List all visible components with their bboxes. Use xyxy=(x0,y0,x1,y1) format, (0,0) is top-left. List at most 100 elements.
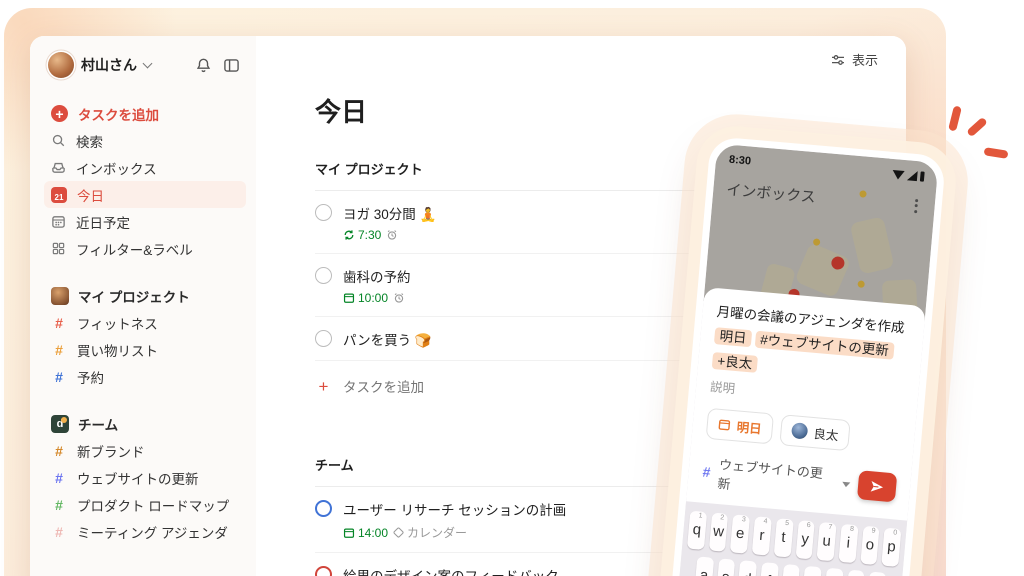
recurring-icon xyxy=(344,230,354,240)
key-t[interactable]: 5t xyxy=(773,518,794,558)
submit-task-button[interactable] xyxy=(857,470,898,503)
sidebar-project-product-roadmap[interactable]: # プロダクト ロードマップ xyxy=(44,491,246,518)
grid-icon xyxy=(51,241,66,256)
hash-icon: # xyxy=(55,314,63,331)
search-label: 検索 xyxy=(76,134,103,150)
alarm-icon xyxy=(388,230,397,240)
sidebar-section-my-projects[interactable]: マイ プロジェクト xyxy=(44,282,246,309)
signal-icon xyxy=(906,170,918,182)
key-a[interactable]: a xyxy=(694,556,714,576)
team-title: チーム xyxy=(78,417,119,433)
key-o[interactable]: 9o xyxy=(859,525,880,565)
dimmed-dot xyxy=(857,280,865,288)
task-checkbox[interactable] xyxy=(315,267,332,284)
alarm-icon xyxy=(394,293,404,303)
integration-label: カレンダー xyxy=(407,526,468,540)
sidebar-item-today[interactable]: 21 今日 xyxy=(44,181,246,208)
key-d[interactable]: d xyxy=(737,560,758,576)
hash-icon: # xyxy=(55,368,63,385)
hash-icon: # xyxy=(55,523,63,540)
dimmed-content-shape xyxy=(849,216,895,275)
project-selector[interactable]: ウェブサイトの更新 xyxy=(717,454,836,502)
sidebar-item-upcoming[interactable]: 近日予定 xyxy=(44,208,246,235)
task-checkbox[interactable] xyxy=(315,204,332,221)
upcoming-calendar-icon xyxy=(51,214,66,229)
my-projects-avatar xyxy=(51,286,69,305)
phone-page-title: インボックス xyxy=(725,181,817,207)
panel-icon xyxy=(224,58,239,72)
task-title: ユーザー リサーチ セッションの計画 xyxy=(343,503,567,518)
key-q[interactable]: 1q xyxy=(686,510,707,550)
calendar-icon xyxy=(718,419,731,431)
project-token[interactable]: #ウェブサイトの更新 xyxy=(754,330,895,361)
status-time: 8:30 xyxy=(728,153,752,168)
key-k[interactable]: k xyxy=(845,569,866,576)
dimmed-content-shape xyxy=(794,242,852,299)
key-h[interactable]: h xyxy=(801,565,822,576)
assignee-label: 良太 xyxy=(812,426,839,444)
toggle-sidebar-button[interactable] xyxy=(221,55,242,76)
task-checkbox[interactable] xyxy=(315,330,332,347)
bell-icon xyxy=(196,58,211,72)
date-time: 14:00 xyxy=(343,526,388,540)
filters-labels-label: フィルター&ラベル xyxy=(76,242,193,258)
my-projects-title: マイ プロジェクト xyxy=(78,289,190,305)
key-g[interactable]: g xyxy=(780,563,801,576)
task-input[interactable]: 月曜の会議のアジェンダを作成 明日 #ウェブサイトの更新 +良太 xyxy=(711,300,911,390)
sidebar-menu: + タスクを追加 検索 インボックス 21 今日 近日予定 フィルター&ラベル xyxy=(44,100,246,262)
phone-screen: 8:30 インボックス 月曜の会議のアジェンダを作成 明日 #ウェブサイトの更新… xyxy=(669,143,939,576)
overflow-menu-icon[interactable] xyxy=(910,196,923,215)
view-options-button[interactable]: 表示 xyxy=(830,50,878,69)
task-checkbox-priority-blue[interactable] xyxy=(315,500,332,517)
sidebar-project-fitness[interactable]: # フィットネス xyxy=(44,309,246,336)
sidebar-item-search[interactable]: 検索 xyxy=(44,127,246,154)
recurring-time: 7:30 xyxy=(343,228,381,242)
user-name: 村山さん xyxy=(81,57,137,73)
notifications-button[interactable] xyxy=(193,55,214,76)
team-logo-icon: d xyxy=(51,414,69,433)
key-e[interactable]: 3e xyxy=(730,514,751,554)
sidebar-project-shopping-list[interactable]: # 買い物リスト xyxy=(44,336,246,363)
key-j[interactable]: j xyxy=(823,567,844,576)
sidebar-project-website-update[interactable]: # ウェブサイトの更新 xyxy=(44,464,246,491)
key-f[interactable]: f xyxy=(758,561,779,576)
key-s[interactable]: s xyxy=(715,558,736,576)
search-icon xyxy=(51,133,66,148)
assignee-chip[interactable]: 良太 xyxy=(779,414,851,452)
due-date-label: 明日 xyxy=(736,420,763,437)
task-time: 14:00 xyxy=(358,525,389,540)
sidebar-project-appointments[interactable]: # 予約 xyxy=(44,363,246,390)
google-calendar-icon xyxy=(393,527,404,538)
assignee-token[interactable]: +良太 xyxy=(711,351,758,373)
task-title: パンを買う 🍞 xyxy=(343,333,432,348)
key-l[interactable]: l xyxy=(866,571,887,576)
caret-down-icon xyxy=(842,482,851,488)
add-task-label: タスクを追加 xyxy=(343,380,424,395)
task-title: 絵里のデザイン案のフィードバック xyxy=(343,565,559,576)
due-date-chip[interactable]: 明日 xyxy=(705,407,775,445)
dimmed-dot xyxy=(812,238,821,246)
account-menu[interactable]: 村山さん xyxy=(44,50,246,80)
plus-icon: + xyxy=(318,376,329,396)
key-w[interactable]: 2w xyxy=(708,512,729,552)
inbox-label: インボックス xyxy=(76,161,157,177)
date-token[interactable]: 明日 xyxy=(713,327,753,348)
task-time: 7:30 xyxy=(358,228,382,242)
page-title: 今日 xyxy=(315,97,368,127)
sidebar-project-new-brand[interactable]: # 新ブランド xyxy=(44,437,246,464)
project-label: フィットネス xyxy=(77,316,158,332)
key-u[interactable]: 7u xyxy=(816,521,837,562)
wifi-icon xyxy=(891,169,905,180)
task-checkbox-priority-red[interactable] xyxy=(315,566,332,576)
key-r[interactable]: 4r xyxy=(751,516,772,556)
sidebar-item-inbox[interactable]: インボックス xyxy=(44,154,246,181)
key-i[interactable]: 8i xyxy=(838,523,859,564)
sidebar-section-team[interactable]: d チーム xyxy=(44,410,246,437)
plus-circle-icon: + xyxy=(51,105,68,122)
key-y[interactable]: 6y xyxy=(795,519,816,560)
key-p[interactable]: 0p xyxy=(881,527,902,567)
sidebar-project-meeting-agenda[interactable]: # ミーティング アジェンダ xyxy=(44,518,246,545)
sliders-icon xyxy=(831,54,844,65)
add-task-button[interactable]: + タスクを追加 xyxy=(44,100,246,127)
sidebar-item-filters-labels[interactable]: フィルター&ラベル xyxy=(44,235,246,262)
